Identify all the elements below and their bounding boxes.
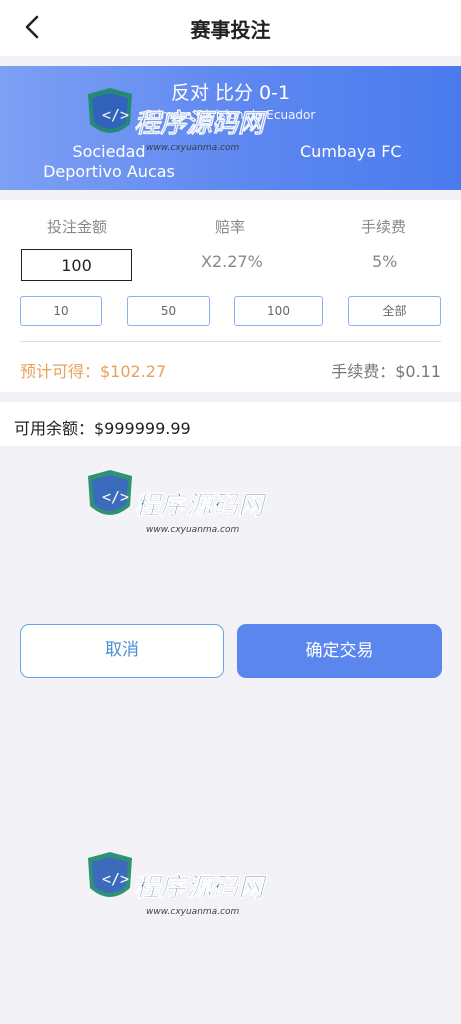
available-balance: 可用余额：$999999.99 <box>14 419 191 438</box>
bet-card: 投注金额 赔率 手续费 X2.27% 5% 10 50 100 全部 预计可得：… <box>0 200 461 392</box>
watermark-url: www.cxyuanma.com <box>146 907 239 917</box>
quick-amount-button-all[interactable]: 全部 <box>348 296 441 326</box>
fee-total: 手续费：$0.11 <box>331 362 441 381</box>
fee-rate-value: 5% <box>372 252 398 271</box>
fee-label: 手续费 <box>361 218 407 236</box>
svg-text:</>: </> <box>102 870 129 888</box>
watermark-url: www.cxyuanma.com <box>146 525 239 535</box>
odds-label: 赔率 <box>215 218 246 236</box>
watermark: </> 程序源码网 www.cxyuanma.com <box>80 848 280 938</box>
home-team: Sociedad Deportivo Aucas <box>43 142 175 181</box>
confirm-trade-button[interactable]: 确定交易 <box>237 624 442 678</box>
watermark: </> 程序源码网 www.cxyuanma.com <box>80 466 280 556</box>
quick-amount-button-50[interactable]: 50 <box>127 296 210 326</box>
expected-payout: 预计可得：$102.27 <box>20 362 167 381</box>
score-line: 反对 比分 0-1 <box>170 82 291 104</box>
odds-value: X2.27% <box>201 252 263 271</box>
bet-amount-input[interactable] <box>21 249 132 281</box>
cancel-button[interactable]: 取消 <box>20 624 224 678</box>
quick-amount-button-10[interactable]: 10 <box>20 296 102 326</box>
amount-label: 投注金额 <box>47 218 108 236</box>
quick-amount-button-100[interactable]: 100 <box>234 296 323 326</box>
league-name: Primera Division de Ecuador <box>145 108 316 122</box>
watermark-brand: 程序源码网 <box>134 491 268 521</box>
page-title: 赛事投注 <box>190 18 271 42</box>
top-bar: 赛事投注 <box>0 0 461 56</box>
away-team: Cumbaya FC <box>300 142 402 161</box>
match-banner: 反对 比分 0-1 Primera Division de Ecuador So… <box>0 66 461 190</box>
watermark-brand: 程序源码网 <box>134 873 268 903</box>
divider <box>20 341 441 342</box>
svg-text:</>: </> <box>102 488 129 506</box>
balance-row: 可用余额：$999999.99 <box>0 402 461 446</box>
